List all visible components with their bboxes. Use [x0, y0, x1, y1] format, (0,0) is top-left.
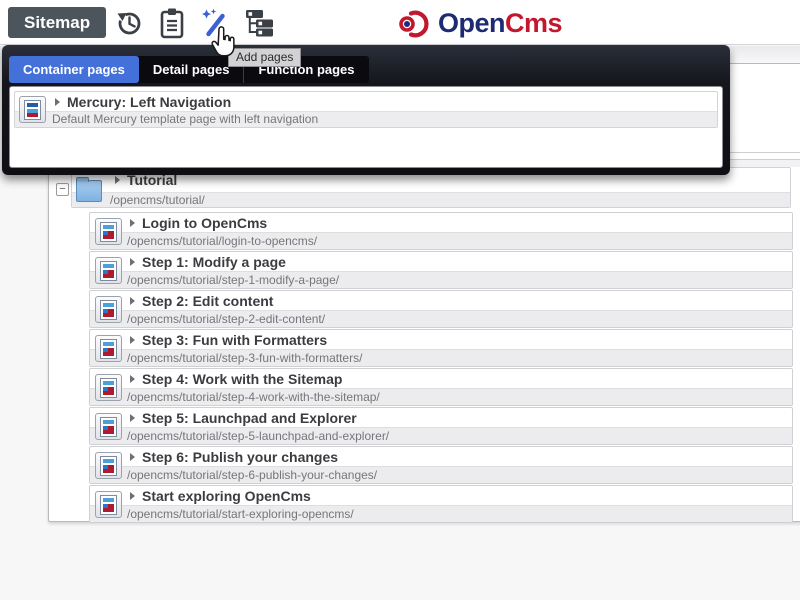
container-page-icon [95, 218, 122, 245]
expand-arrow-icon[interactable] [130, 453, 135, 461]
entry-path: /opencms/tutorial/step-2-edit-content/ [90, 310, 792, 327]
container-page-icon [19, 96, 46, 123]
folder-icon [76, 180, 102, 202]
entry-path: /opencms/tutorial/ [72, 192, 790, 207]
expand-arrow-icon[interactable] [115, 176, 120, 184]
template-item-mercury[interactable]: Mercury: Left Navigation Default Mercury… [14, 91, 718, 128]
entry-title: Login to OpenCms [142, 215, 267, 231]
container-page-icon [95, 491, 122, 518]
sitemap-entry[interactable]: Step 3: Fun with Formatters /opencms/tut… [89, 329, 793, 367]
sitemap-entry[interactable]: Step 2: Edit content /opencms/tutorial/s… [89, 290, 793, 328]
sitemap-entry[interactable]: Start exploring OpenCms /opencms/tutoria… [89, 485, 793, 523]
add-pages-panel: Container pages Detail pages Function pa… [2, 45, 730, 175]
entry-title: Step 1: Modify a page [142, 254, 286, 270]
entry-title: Step 2: Edit content [142, 293, 273, 309]
container-page-icon [95, 257, 122, 284]
expand-arrow-icon[interactable] [130, 336, 135, 344]
container-page-icon [95, 374, 122, 401]
entry-title: Step 5: Launchpad and Explorer [142, 410, 357, 426]
sitemap-entry[interactable]: Step 1: Modify a page /opencms/tutorial/… [89, 251, 793, 289]
sitemap-entry[interactable]: Step 5: Launchpad and Explorer /opencms/… [89, 407, 793, 445]
expand-arrow-icon[interactable] [130, 219, 135, 227]
clipboard-icon[interactable] [155, 6, 189, 40]
add-pages-tooltip: Add pages [228, 48, 301, 67]
opencms-sitemap-editor: − Tutorial /opencms/tutorial/ Login to O… [0, 0, 800, 600]
entry-path: /opencms/tutorial/step-1-modify-a-page/ [90, 271, 792, 288]
entry-title: Step 4: Work with the Sitemap [142, 371, 342, 387]
expand-arrow-icon[interactable] [130, 297, 135, 305]
sitemap-menu-button[interactable]: Sitemap [8, 7, 106, 38]
history-icon[interactable] [112, 6, 146, 40]
sitemap-entry[interactable]: Step 4: Work with the Sitemap /opencms/t… [89, 368, 793, 406]
entry-path: /opencms/tutorial/step-6-publish-your-ch… [90, 466, 792, 483]
logo-text-cms: Cms [505, 8, 562, 38]
sitemap-tree-icon[interactable] [243, 6, 277, 40]
entry-path: /opencms/tutorial/step-5-launchpad-and-e… [90, 427, 792, 444]
expand-arrow-icon[interactable] [130, 375, 135, 383]
template-description: Default Mercury template page with left … [15, 111, 717, 127]
entry-title: Step 6: Publish your changes [142, 449, 338, 465]
tab-container-pages[interactable]: Container pages [9, 56, 139, 83]
container-page-icon [95, 296, 122, 323]
entry-path: /opencms/tutorial/start-exploring-opencm… [90, 505, 792, 522]
container-page-icon [95, 452, 122, 479]
entry-title: Step 3: Fun with Formatters [142, 332, 327, 348]
expand-arrow-icon[interactable] [55, 98, 60, 106]
expand-arrow-icon[interactable] [130, 492, 135, 500]
opencms-logo-mark [396, 6, 436, 40]
sitemap-entry[interactable]: Login to OpenCms /opencms/tutorial/login… [89, 212, 793, 250]
expand-arrow-icon[interactable] [130, 414, 135, 422]
magic-wand-icon[interactable] [198, 6, 232, 40]
entry-path: /opencms/tutorial/step-4-work-with-the-s… [90, 388, 792, 405]
entry-title: Start exploring OpenCms [142, 488, 311, 504]
panel-content: Mercury: Left Navigation Default Mercury… [9, 86, 723, 168]
entry-path: /opencms/tutorial/step-3-fun-with-format… [90, 349, 792, 366]
sitemap-entry[interactable]: Step 6: Publish your changes /opencms/tu… [89, 446, 793, 484]
container-page-icon [95, 335, 122, 362]
collapse-toggle-icon[interactable]: − [56, 183, 69, 196]
opencms-logo: OpenCms [396, 6, 562, 40]
top-toolbar: Sitemap [0, 0, 800, 45]
expand-arrow-icon[interactable] [130, 258, 135, 266]
panel-tab-bar: Container pages Detail pages Function pa… [9, 56, 369, 83]
entry-path: /opencms/tutorial/login-to-opencms/ [90, 232, 792, 249]
template-title: Mercury: Left Navigation [67, 94, 231, 110]
sitemap-children-list: Login to OpenCms /opencms/tutorial/login… [89, 212, 793, 524]
logo-text-open: Open [438, 8, 505, 38]
container-page-icon [95, 413, 122, 440]
